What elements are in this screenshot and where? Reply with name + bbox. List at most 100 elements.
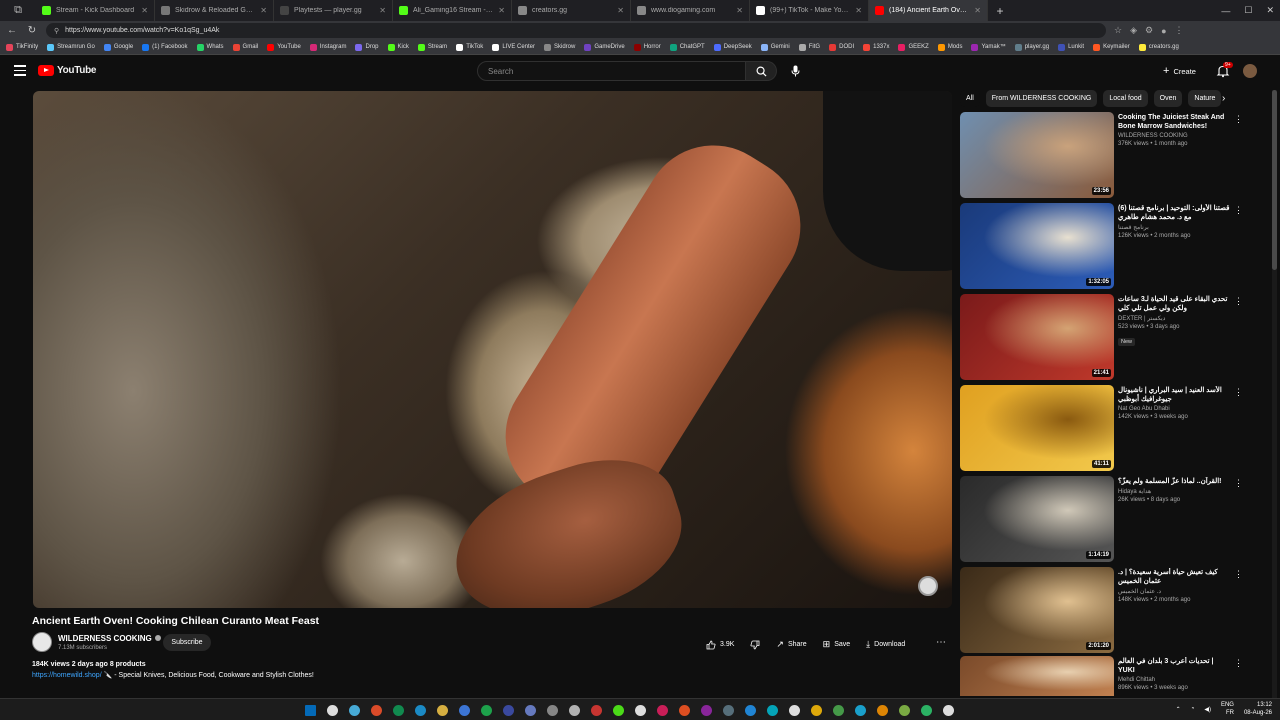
like-button[interactable]: 3.9K: [698, 636, 742, 653]
address-bar[interactable]: ⚲ https://www.youtube.com/watch?v=Ko1qSg…: [46, 23, 1106, 38]
bookmark-item[interactable]: Skidrow: [544, 43, 575, 51]
recommendation-title[interactable]: القرآن.. لماذا عزّ المسلمة ولم يعزّ؟!: [1118, 477, 1230, 486]
steam-icon[interactable]: [412, 702, 429, 718]
brave-icon[interactable]: [368, 702, 385, 718]
site-info-icon[interactable]: ⚲: [54, 27, 59, 35]
recommendation-thumbnail[interactable]: 1:14:19: [960, 476, 1114, 562]
kick-icon[interactable]: [610, 702, 627, 718]
app-icon[interactable]: [830, 702, 847, 718]
recommendation-thumbnail[interactable]: [960, 656, 1114, 696]
recommendation-channel[interactable]: Mehdi Chittah: [1118, 677, 1230, 683]
recommendation-menu-icon[interactable]: ⋮: [1234, 296, 1243, 307]
bookmark-item[interactable]: DODI: [829, 43, 854, 51]
app-icon[interactable]: [808, 702, 825, 718]
recommendation-item[interactable]: 2:01:20 كيف تعيش حياة أسرية سعيدة؟ | د. …: [960, 567, 1270, 653]
app-icon[interactable]: [764, 702, 781, 718]
channel-watermark[interactable]: [918, 576, 938, 596]
recommendation-menu-icon[interactable]: ⋮: [1234, 478, 1243, 489]
tab-close-icon[interactable]: ✕: [855, 6, 862, 15]
bookmark-item[interactable]: (1) Facebook: [142, 43, 188, 51]
youtube-logo[interactable]: YouTube: [38, 65, 97, 76]
app-icon[interactable]: [588, 702, 605, 718]
close-window-icon[interactable]: ✕: [1266, 5, 1274, 16]
filter-chip[interactable]: Oven: [1153, 90, 1183, 107]
recommendation-thumbnail[interactable]: 1:32:05: [960, 203, 1114, 289]
recommendation-channel[interactable]: Hidaya هداية: [1118, 488, 1230, 495]
volume-icon[interactable]: ◀): [1204, 706, 1211, 713]
chrome-icon[interactable]: [456, 702, 473, 718]
recommendation-menu-icon[interactable]: ⋮: [1234, 114, 1243, 125]
bookmark-item[interactable]: 1337x: [863, 43, 889, 51]
recommendation-title[interactable]: كيف تعيش حياة أسرية سعيدة؟ | د. عثمان ال…: [1118, 568, 1230, 586]
app-icon[interactable]: [566, 702, 583, 718]
language-indicator[interactable]: ENG FR: [1221, 701, 1234, 717]
recommendation-item[interactable]: 23:56 Cooking The Juiciest Steak And Bon…: [960, 112, 1270, 198]
chips-next-chevron-icon[interactable]: ›: [1222, 93, 1225, 104]
browser-tab[interactable]: Playtests — player.gg ✕: [274, 0, 393, 21]
more-actions-icon[interactable]: ⋯: [936, 637, 946, 648]
browser-tab[interactable]: Stream - Kick Dashboard ✕: [36, 0, 155, 21]
browser-menu-icon[interactable]: ⧉: [0, 0, 36, 21]
account-avatar[interactable]: [1243, 64, 1257, 78]
browser-tab[interactable]: creators.gg ✕: [512, 0, 631, 21]
page-scrollbar[interactable]: [1272, 90, 1277, 700]
file-explorer-icon[interactable]: [434, 702, 451, 718]
bookmark-item[interactable]: DeepSeek: [713, 43, 752, 51]
recommendation-menu-icon[interactable]: ⋮: [1234, 658, 1243, 669]
tab-close-icon[interactable]: ✕: [379, 6, 386, 15]
recommendation-item[interactable]: 41:11 الأسد العنيد | سيد البراري | ناشيو…: [960, 385, 1270, 471]
app-icon[interactable]: [852, 702, 869, 718]
bookmark-item[interactable]: Google: [103, 43, 133, 51]
xbox-icon[interactable]: [478, 702, 495, 718]
maximize-icon[interactable]: ☐: [1244, 5, 1252, 16]
app-icon[interactable]: [544, 702, 561, 718]
download-button[interactable]: ⤓ Download: [858, 636, 913, 653]
recommendation-channel[interactable]: د. عثمان الخميس: [1118, 588, 1230, 595]
start-icon[interactable]: [302, 702, 319, 718]
bookmark-item[interactable]: GameDrive: [584, 43, 625, 51]
filter-chip[interactable]: All: [960, 90, 980, 107]
app-icon[interactable]: [632, 702, 649, 718]
recommendation-item[interactable]: تحديات أعرب 3 بلدان في العالم | YUKI Meh…: [960, 656, 1270, 698]
bookmark-item[interactable]: Gmail: [232, 43, 258, 51]
create-button[interactable]: + Create: [1163, 63, 1196, 79]
recommendation-title[interactable]: قصتنا الأولى: التوحيد | برنامج قصتنا (6)…: [1118, 204, 1230, 222]
bookmark-item[interactable]: Horror: [633, 43, 661, 51]
bookmark-item[interactable]: Mods: [937, 43, 962, 51]
back-icon[interactable]: ←: [6, 25, 18, 36]
app-icon[interactable]: [786, 702, 803, 718]
app-icon[interactable]: [720, 702, 737, 718]
tab-close-icon[interactable]: ✕: [141, 6, 148, 15]
bookmark-item[interactable]: TikTok: [456, 43, 483, 51]
app-icon[interactable]: [676, 702, 693, 718]
edge-icon[interactable]: [390, 702, 407, 718]
recommendation-thumbnail[interactable]: 41:11: [960, 385, 1114, 471]
bookmark-item[interactable]: GEEKZ: [898, 43, 929, 51]
discord-icon[interactable]: [522, 702, 539, 718]
app-icon[interactable]: [896, 702, 913, 718]
recommendation-menu-icon[interactable]: ⋮: [1234, 569, 1243, 580]
recommendation-thumbnail[interactable]: 2:01:20: [960, 567, 1114, 653]
tab-close-icon[interactable]: ✕: [974, 6, 981, 15]
browser-tab[interactable]: Ali_Gaming16 Stream - Watch Li ✕: [393, 0, 512, 21]
channel-name-row[interactable]: WILDERNESS COOKING: [58, 634, 161, 643]
bookmark-item[interactable]: Gemini: [760, 43, 790, 51]
filter-chip[interactable]: Local food: [1103, 90, 1148, 107]
video-player[interactable]: [33, 91, 952, 608]
recommendation-title[interactable]: تحديات أعرب 3 بلدان في العالم | YUKI: [1118, 657, 1230, 675]
app-icon[interactable]: [940, 702, 957, 718]
recommendation-item[interactable]: 21:41 تحدي البقاء على قيد الحياة لـ3 ساع…: [960, 294, 1270, 380]
tab-close-icon[interactable]: ✕: [736, 6, 743, 15]
bookmark-star-icon[interactable]: ☆: [1114, 25, 1122, 36]
search-input[interactable]: Search: [477, 61, 746, 81]
bookmark-item[interactable]: TikFinity: [6, 43, 38, 51]
dislike-button[interactable]: [742, 636, 768, 653]
app-icon[interactable]: [698, 702, 715, 718]
bookmark-item[interactable]: Yamak™: [971, 43, 1006, 51]
bookmark-item[interactable]: FitG: [798, 43, 820, 51]
bookmark-item[interactable]: Stream: [417, 43, 447, 51]
reload-icon[interactable]: ↻: [26, 25, 38, 36]
filter-chip[interactable]: From WILDERNESS COOKING: [985, 90, 1098, 107]
recommendation-item[interactable]: 1:32:05 قصتنا الأولى: التوحيد | برنامج ق…: [960, 203, 1270, 289]
bookmark-item[interactable]: ChatGPT: [669, 43, 705, 51]
